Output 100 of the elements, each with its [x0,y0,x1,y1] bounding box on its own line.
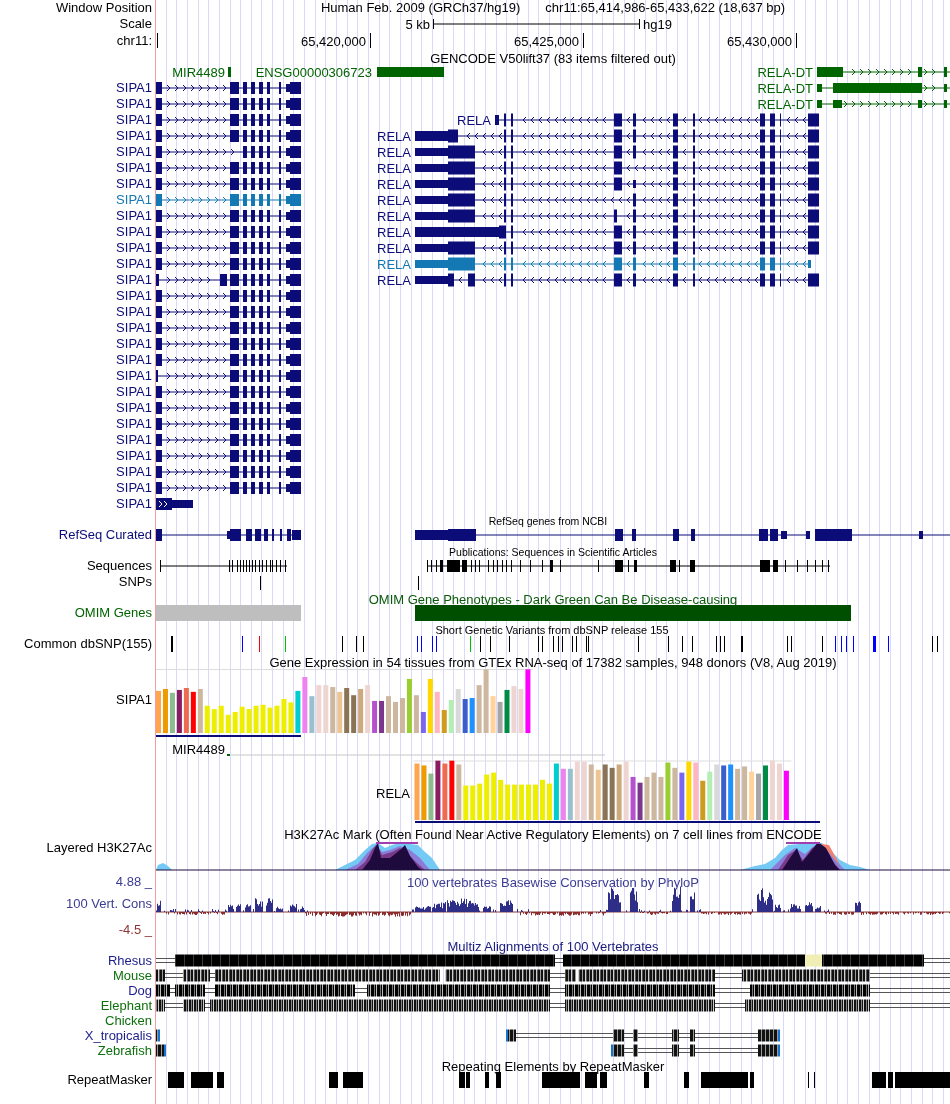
transcript[interactable] [156,274,301,286]
species-label[interactable]: X_tropicalis [84,1028,152,1043]
gene-label[interactable]: SIPA1 [116,160,152,176]
gene-model[interactable] [156,529,301,541]
gene-label[interactable]: SIPA1 [116,496,152,512]
variant-tick[interactable] [932,636,933,652]
repeat-element[interactable] [466,1072,470,1088]
transcript[interactable] [156,258,301,270]
gene-label[interactable]: SIPA1 [116,320,152,336]
species-label[interactable]: Elephant [100,998,152,1013]
species-label[interactable]: Dog [128,983,152,998]
gene-label[interactable]: RELA [377,256,411,272]
variant-tick[interactable] [716,636,717,652]
gene-label[interactable]: SIPA1 [116,336,152,352]
transcript[interactable] [415,145,819,159]
repeat-element[interactable] [750,1072,754,1088]
expression-bar[interactable] [379,700,385,733]
gene-label[interactable]: SIPA1 [116,352,152,368]
transcript[interactable] [156,162,301,174]
alignment-drawing[interactable] [156,984,950,997]
transcript[interactable] [415,129,819,143]
variant-tick[interactable] [171,636,173,652]
variant-tick[interactable] [490,636,491,652]
track-label[interactable]: SNPs [118,574,152,590]
variant-tick[interactable] [873,636,876,652]
repeat-element[interactable] [217,1072,224,1088]
variant-tick[interactable] [470,636,471,652]
variant-tick[interactable] [356,636,357,652]
variant-tick[interactable] [724,636,725,652]
transcript[interactable] [156,146,301,158]
species-label[interactable]: Zebrafish [97,1043,152,1058]
track-label[interactable]: RefSeq Curated [58,527,152,543]
gene-label[interactable]: SIPA1 [116,256,152,272]
variant-tick[interactable] [572,636,573,652]
transcript[interactable] [156,98,301,110]
omim-gene-bar[interactable] [156,605,301,621]
expression-bar[interactable] [420,711,426,733]
repeat-element[interactable] [585,1072,597,1088]
variant-tick[interactable] [668,636,669,652]
transcript[interactable] [415,273,819,287]
transcript[interactable] [156,466,301,478]
transcript[interactable] [156,338,301,350]
variant-tick[interactable] [259,636,260,652]
gene-label[interactable]: SIPA1 [116,128,152,144]
gene-label[interactable]: SIPA1 [116,192,152,208]
expression-bar[interactable] [372,700,378,733]
variant-tick[interactable] [841,636,842,652]
gene-model[interactable] [815,529,950,541]
transcript[interactable] [156,450,301,462]
expression-bar[interactable] [721,765,727,820]
variant-tick[interactable] [421,636,422,652]
expression-bar[interactable] [637,782,643,820]
variant-tick[interactable] [285,636,286,652]
alignment-drawing[interactable] [156,999,950,1012]
variant-tick[interactable] [787,636,788,652]
transcript[interactable] [156,418,301,430]
alignment-drawing[interactable] [156,1029,780,1042]
repeat-element[interactable] [485,1072,489,1088]
variant-tick[interactable] [835,636,836,652]
transcript[interactable] [817,67,950,77]
gene-label[interactable]: SIPA1 [116,304,152,320]
omim-gene-bar[interactable] [415,605,851,621]
transcript[interactable] [156,242,301,254]
sequence-alignment-drawing[interactable] [427,560,830,572]
transcript[interactable] [495,113,819,127]
repeat-element[interactable] [542,1072,580,1088]
gene-label[interactable]: RELA [376,785,410,801]
repeat-element[interactable] [888,1072,893,1088]
gene-label[interactable]: SIPA1 [116,80,152,96]
variant-tick[interactable] [692,636,693,652]
species-label[interactable]: Rhesus [107,953,152,968]
gene-label[interactable]: SIPA1 [116,368,152,384]
gene-label[interactable]: RELA [377,128,411,144]
variant-tick[interactable] [682,636,683,652]
gene-label[interactable]: SIPA1 [116,288,152,304]
transcript[interactable] [156,386,301,398]
expression-bar[interactable] [462,699,468,733]
variant-tick[interactable] [888,636,889,652]
species-label[interactable]: Mouse [112,968,152,983]
variant-tick[interactable] [822,636,823,652]
gene-label[interactable]: MIR4489 [172,741,225,757]
gene-label[interactable]: RELA-DT [757,80,813,96]
gene-label[interactable]: SIPA1 [116,692,152,708]
track-label[interactable]: 100 Vert. Cons [66,896,152,912]
transcript[interactable] [156,306,301,318]
variant-tick[interactable] [562,636,563,652]
track-label[interactable]: Sequences [86,558,152,574]
transcript[interactable] [156,322,301,334]
transcript[interactable] [415,177,819,191]
snp-tick[interactable] [260,576,261,590]
alignment-drawing[interactable] [156,969,950,982]
transcript[interactable] [156,82,301,94]
transcript[interactable] [156,354,301,366]
transcript[interactable] [415,225,819,239]
repeat-element[interactable] [329,1072,338,1088]
repeat-element[interactable] [895,1072,950,1088]
species-label[interactable]: Chicken [105,1013,152,1028]
repeat-element[interactable] [684,1072,689,1088]
gene-label[interactable]: MIR4489 [172,64,225,80]
repeat-element[interactable] [644,1072,649,1088]
